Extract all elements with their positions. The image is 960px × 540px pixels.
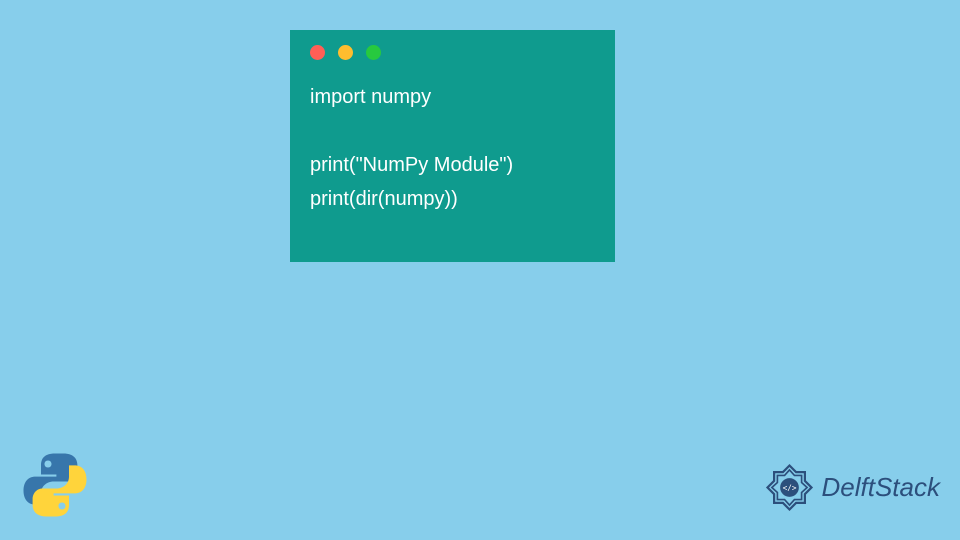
code-line-2: print("NumPy Module") <box>310 148 595 182</box>
python-logo-icon <box>20 450 90 520</box>
code-content: import numpy print("NumPy Module") print… <box>290 68 615 228</box>
window-controls <box>290 30 615 68</box>
delftstack-text: DelftStack <box>822 472 941 503</box>
code-line-1: import numpy <box>310 80 595 114</box>
code-line-3: print(dir(numpy)) <box>310 182 595 216</box>
delftstack-logo-icon: </> <box>762 460 817 515</box>
code-blank-line <box>310 114 595 148</box>
maximize-dot <box>366 45 381 60</box>
code-window: import numpy print("NumPy Module") print… <box>290 30 615 262</box>
svg-text:</>: </> <box>782 483 796 492</box>
delftstack-branding: </> DelftStack <box>762 460 941 515</box>
close-dot <box>310 45 325 60</box>
minimize-dot <box>338 45 353 60</box>
